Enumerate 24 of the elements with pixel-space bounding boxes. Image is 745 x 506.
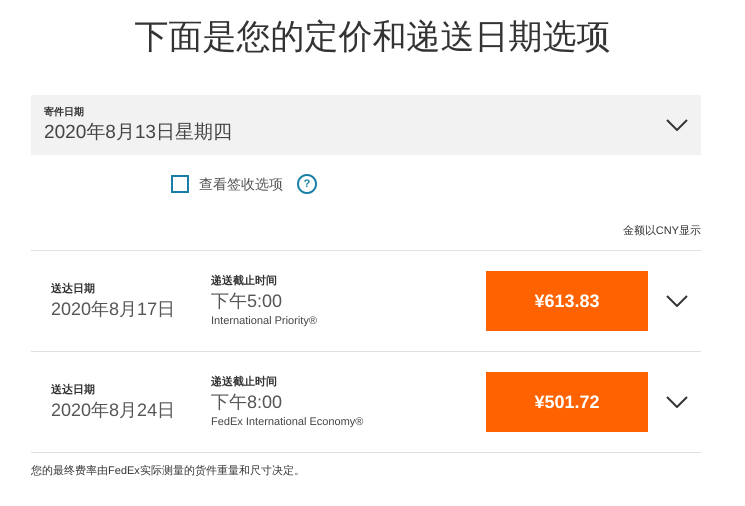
signature-option-label: 查看签收选项 [199, 174, 283, 194]
service-name: International Priority® [211, 314, 318, 329]
delivery-time-label: 递送截止时间 [211, 274, 278, 288]
delivery-date: 2020年8月17日 [51, 298, 176, 322]
help-button[interactable]: ? [297, 174, 317, 194]
currency-note: 金额以CNY显示 [622, 224, 701, 239]
chevron-down-icon[interactable] [666, 396, 688, 408]
ship-date-label: 寄件日期 [44, 105, 85, 120]
footnote: 您的最终费率由FedEx实际测量的货件重量和尺寸决定。 [30, 464, 306, 479]
service-name: FedEx International Economy® [211, 415, 364, 430]
ship-date-dropdown[interactable]: 寄件日期 2020年8月13日星期四 [31, 95, 701, 155]
chevron-down-icon[interactable] [666, 119, 688, 131]
delivery-time: 下午8:00 [211, 391, 284, 414]
page-title: 下面是您的定价和递送日期选项 [134, 16, 612, 59]
price-button[interactable]: ¥613.83 [486, 271, 648, 331]
signature-checkbox[interactable] [171, 175, 189, 193]
delivery-date-label: 送达日期 [51, 282, 96, 297]
delivery-date-label: 送达日期 [51, 382, 96, 398]
delivery-time-label: 递送截止时间 [211, 374, 278, 390]
delivery-date: 2020年8月24日 [51, 399, 176, 422]
ship-date-value: 2020年8月13日星期四 [44, 120, 232, 144]
price-button[interactable]: ¥501.72 [486, 372, 648, 432]
chevron-down-icon[interactable] [666, 295, 688, 307]
delivery-time: 下午5:00 [211, 290, 284, 313]
